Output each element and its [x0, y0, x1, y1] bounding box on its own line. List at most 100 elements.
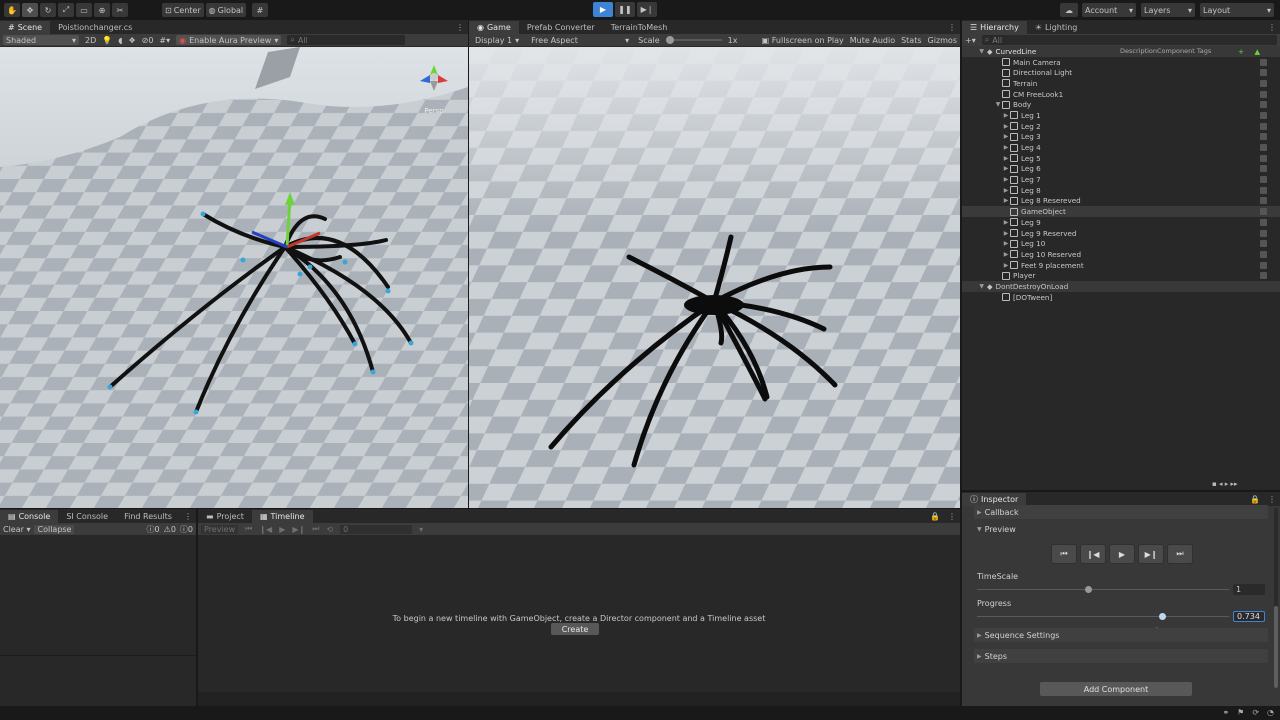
hierarchy-item[interactable]: ▶ Leg 2: [962, 121, 1280, 132]
scene-viewport[interactable]: Persp: [0, 47, 468, 508]
hierarchy-item[interactable]: ▶ Leg 9: [962, 217, 1280, 228]
fold-icon[interactable]: ▶: [1002, 197, 1010, 204]
timescale-slider-thumb[interactable]: [1084, 586, 1092, 593]
hierarchy-item[interactable]: ▼ Body: [962, 99, 1280, 110]
network-icon[interactable]: ⚭: [1222, 708, 1229, 717]
hierarchy-item[interactable]: ▶ Leg 9 Reserved: [962, 228, 1280, 239]
fold-icon[interactable]: ▶: [1002, 219, 1010, 226]
debug-icon[interactable]: ⚑: [1237, 708, 1244, 717]
hierarchy-search-input[interactable]: ⌕ All: [981, 35, 1277, 45]
callback-foldout[interactable]: ▶ Callback: [974, 505, 1268, 519]
timescale-field[interactable]: 1: [1233, 584, 1265, 595]
warning-filter[interactable]: ⚠0: [164, 525, 176, 534]
hierarchy-item[interactable]: Directional Light: [962, 67, 1280, 78]
timeline-play-icon[interactable]: ▶: [279, 525, 285, 534]
hierarchy-item[interactable]: Main Camera: [962, 57, 1280, 68]
chevron-down-icon[interactable]: ▾: [419, 525, 423, 534]
preview-foldout[interactable]: ▼ Preview: [974, 525, 1016, 534]
tab-lighting[interactable]: ☀ Lighting: [1027, 21, 1086, 34]
more-menu-icon[interactable]: ⋮: [1264, 21, 1280, 34]
tab-hierarchy[interactable]: ☰ Hierarchy: [962, 21, 1027, 34]
tab-scene[interactable]: # Scene: [0, 21, 51, 34]
hierarchy-item[interactable]: ▶ Leg 10 Reserved: [962, 249, 1280, 260]
fullscreen-toggle[interactable]: ▣ Fullscreen on Play: [762, 36, 844, 45]
mute-audio-toggle[interactable]: Mute Audio: [850, 36, 895, 45]
custom-tool-icon[interactable]: ✂: [112, 3, 128, 17]
tab-timeline[interactable]: ▦ Timeline: [251, 510, 313, 523]
pause-button[interactable]: ❚❚: [615, 2, 635, 17]
collapse-toggle[interactable]: Collapse: [34, 524, 75, 534]
tab-project[interactable]: ▬ Project: [198, 510, 252, 523]
audio-icon[interactable]: ◖: [118, 36, 122, 45]
transform-tool-icon[interactable]: ⊕: [94, 3, 110, 17]
notifications-icon[interactable]: ◔: [1267, 708, 1274, 717]
hierarchy-item[interactable]: ▶ Leg 1: [962, 110, 1280, 121]
add-icon[interactable]: +▾: [965, 36, 976, 45]
timeline-loop-icon[interactable]: ⟲: [326, 525, 333, 534]
move-tool-icon[interactable]: ✥: [22, 3, 38, 17]
effects-icon[interactable]: ❖: [128, 36, 135, 45]
progress-slider[interactable]: [977, 613, 1229, 620]
aspect-dropdown[interactable]: Free Aspect ▾: [528, 35, 632, 45]
fold-icon[interactable]: ▶: [1002, 187, 1010, 194]
hand-tool-icon[interactable]: ✋: [4, 3, 20, 17]
rewind-start-button[interactable]: ⏮: [1051, 544, 1077, 564]
clear-dropdown[interactable]: Clear ▾: [3, 525, 30, 534]
fold-icon[interactable]: ▶: [1002, 112, 1010, 119]
fold-icon[interactable]: ▶: [1002, 262, 1010, 269]
mode-2d-toggle[interactable]: 2D: [85, 36, 96, 45]
step-button[interactable]: ▶❘: [637, 2, 657, 17]
sequence-settings-foldout[interactable]: ▶ Sequence Settings: [974, 628, 1268, 642]
more-menu-icon[interactable]: ⋮: [452, 21, 468, 34]
hierarchy-item[interactable]: ▶ Leg 8: [962, 185, 1280, 196]
add-tag-icon[interactable]: +: [1238, 47, 1244, 56]
lock-icon[interactable]: 🔒: [926, 510, 944, 523]
fold-icon[interactable]: ▶: [1002, 144, 1010, 151]
tab-terrain-to-mesh[interactable]: TerrainToMesh: [603, 21, 676, 34]
hierarchy-item[interactable]: GameObject: [962, 206, 1280, 217]
fold-icon[interactable]: ▼: [994, 101, 1002, 108]
tab-console[interactable]: ▤ Console: [0, 510, 59, 523]
space-toggle[interactable]: ◍ Global: [205, 3, 247, 17]
hierarchy-item[interactable]: ▶ Leg 4: [962, 142, 1280, 153]
hierarchy-item[interactable]: ▶ Leg 8 Resereved: [962, 196, 1280, 207]
progress-field[interactable]: 0.734: [1233, 611, 1265, 622]
error-filter[interactable]: ⓘ0: [180, 524, 193, 535]
scrollbar-thumb[interactable]: [1274, 606, 1278, 688]
more-menu-icon[interactable]: ⋮: [944, 21, 960, 34]
grid-icon[interactable]: #▾: [159, 36, 170, 45]
timeline-frame-field[interactable]: 0: [340, 524, 413, 534]
preview-play-button[interactable]: ▶: [1109, 544, 1135, 564]
tab-prefab-converter[interactable]: Prefab Converter: [519, 21, 603, 34]
fold-icon[interactable]: ▶: [1002, 230, 1010, 237]
timeline-last-frame-icon[interactable]: ⏭: [312, 524, 319, 534]
timescale-slider[interactable]: [977, 586, 1229, 593]
hierarchy-item[interactable]: ▶ Leg 5: [962, 153, 1280, 164]
gizmos-dropdown[interactable]: Gizmos: [928, 36, 957, 45]
collab-icon[interactable]: ⟳: [1252, 708, 1259, 717]
step-back-button[interactable]: ❙◀: [1080, 544, 1106, 564]
hierarchy-item[interactable]: ▶ Leg 7: [962, 174, 1280, 185]
more-menu-icon[interactable]: ⋮: [944, 510, 960, 523]
log-filter[interactable]: ⓘ0: [147, 524, 160, 535]
dontdestroy-row[interactable]: ▼ ◆ DontDestroyOnLoad: [962, 281, 1280, 292]
scene-root-row[interactable]: ▼ ◆ CurvedLine DescriptionComponent Tags…: [962, 46, 1280, 57]
forward-end-button[interactable]: ⏭: [1167, 544, 1193, 564]
create-timeline-button[interactable]: Create: [551, 623, 599, 635]
snap-grid-icon[interactable]: #: [252, 3, 268, 17]
fold-icon[interactable]: ▶: [1002, 251, 1010, 258]
hierarchy-item[interactable]: Terrain: [962, 78, 1280, 89]
rect-tool-icon[interactable]: ▭: [76, 3, 92, 17]
progress-slider-thumb[interactable]: [1158, 613, 1166, 620]
hierarchy-item[interactable]: ▶ Feet 9 placement: [962, 260, 1280, 271]
game-viewport[interactable]: [469, 47, 960, 508]
tab-poistionchanger[interactable]: Poistionchanger.cs: [50, 21, 140, 34]
play-button[interactable]: ▶: [593, 2, 613, 17]
layout-dropdown[interactable]: Layout ▾: [1200, 3, 1274, 17]
rotate-tool-icon[interactable]: ↻: [40, 3, 56, 17]
step-forward-button[interactable]: ▶❙: [1138, 544, 1164, 564]
timeline-next-frame-icon[interactable]: ▶❙: [292, 525, 305, 534]
hierarchy-item[interactable]: CM FreeLook1: [962, 89, 1280, 100]
scene-search-input[interactable]: ⌕ All: [287, 35, 406, 45]
tab-find-results[interactable]: Find Results: [116, 510, 180, 523]
